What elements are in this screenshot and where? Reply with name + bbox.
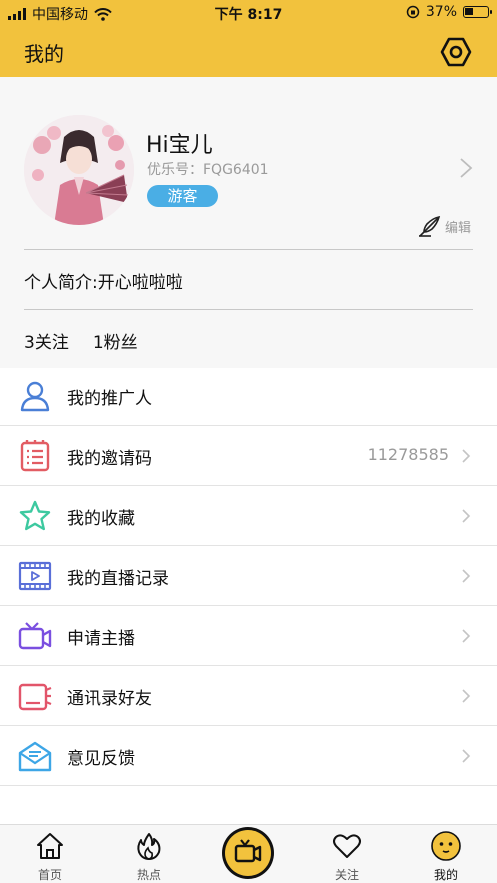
status-bar: 中国移动 下午 8:17 37% — [0, 0, 497, 26]
tab-label: 关注 — [334, 868, 359, 882]
menu-item-favorites[interactable]: 我的收藏 — [0, 486, 497, 546]
tab-label: 热点 — [136, 868, 161, 882]
heart-icon — [333, 834, 361, 858]
menu-item-invite-code[interactable]: 我的邀请码 11278585 — [0, 426, 497, 486]
avatar[interactable] — [24, 115, 134, 225]
user-name: Hi宝儿 — [146, 133, 213, 158]
star-icon — [19, 500, 51, 531]
divider — [24, 249, 473, 250]
menu-item-label: 申请主播 — [67, 629, 135, 649]
battery-icon — [463, 6, 492, 18]
invite-code-icon — [20, 440, 50, 472]
chevron-right-icon — [462, 629, 471, 643]
chevron-right-icon[interactable] — [459, 157, 473, 179]
tab-label: 首页 — [37, 868, 62, 882]
menu-item-apply-streamer[interactable]: 申请主播 — [0, 606, 497, 666]
battery-percent: 37% — [425, 4, 457, 20]
menu-item-promoters[interactable]: 我的推广人 — [0, 366, 497, 426]
chevron-right-icon — [462, 569, 471, 583]
tab-bar: 首页 热点 关注 我的 — [0, 824, 497, 883]
divider — [24, 309, 473, 310]
nav-bar: 我的 — [0, 26, 497, 77]
go-live-button[interactable] — [222, 827, 274, 879]
live-camera-icon — [234, 839, 262, 863]
user-icon — [20, 381, 50, 412]
chevron-right-icon — [462, 449, 471, 463]
smiley-icon — [431, 831, 461, 861]
profile-stats: 3关注 1粉丝 — [24, 328, 138, 353]
video-record-icon — [18, 561, 52, 591]
contacts-icon — [18, 683, 52, 711]
camera-icon — [18, 622, 52, 650]
tab-follow[interactable]: 关注 — [297, 825, 397, 883]
chevron-right-icon — [462, 509, 471, 523]
chevron-right-icon — [462, 689, 471, 703]
menu-item-live-records[interactable]: 我的直播记录 — [0, 546, 497, 606]
tab-home[interactable]: 首页 — [0, 825, 100, 883]
user-id: 优乐号：FQG6401 — [147, 162, 269, 178]
profile-bio: 个人简介:开心啦啦啦 — [24, 273, 183, 293]
feedback-mail-icon — [18, 741, 52, 772]
following-count[interactable]: 3关注 — [24, 328, 69, 353]
menu-item-label: 我的邀请码 — [67, 449, 152, 469]
edit-button[interactable]: 编辑 — [417, 214, 471, 238]
invite-code-value: 11278585 — [367, 445, 449, 464]
quill-edit-icon — [418, 216, 441, 237]
orientation-lock-icon — [406, 5, 420, 19]
menu-list: 我的推广人 我的邀请码 11278585 我的收藏 我的直播记录 申请主播 通讯… — [0, 366, 497, 786]
menu-item-label: 意见反馈 — [67, 749, 135, 769]
menu-item-contacts[interactable]: 通讯录好友 — [0, 666, 497, 726]
settings-hexagon-icon — [440, 37, 472, 67]
flame-icon — [137, 833, 161, 860]
menu-item-label: 通讯录好友 — [67, 689, 152, 709]
tab-mine[interactable]: 我的 — [396, 825, 496, 883]
role-badge: 游客 — [147, 185, 218, 207]
menu-item-feedback[interactable]: 意见反馈 — [0, 726, 497, 786]
followers-count[interactable]: 1粉丝 — [93, 328, 138, 353]
menu-item-label: 我的收藏 — [67, 509, 135, 529]
page-title: 我的 — [24, 42, 64, 66]
edit-label: 编辑 — [444, 220, 471, 236]
settings-button[interactable] — [439, 35, 473, 69]
menu-item-label: 我的推广人 — [67, 389, 152, 409]
tab-label: 我的 — [433, 868, 458, 882]
menu-item-label: 我的直播记录 — [67, 569, 169, 589]
chevron-right-icon — [462, 749, 471, 763]
home-icon — [37, 833, 63, 859]
profile-card: Hi宝儿 优乐号：FQG6401 游客 编辑 个人简介:开心啦啦啦 3关注 1粉… — [0, 77, 497, 368]
tab-hot[interactable]: 热点 — [99, 825, 199, 883]
